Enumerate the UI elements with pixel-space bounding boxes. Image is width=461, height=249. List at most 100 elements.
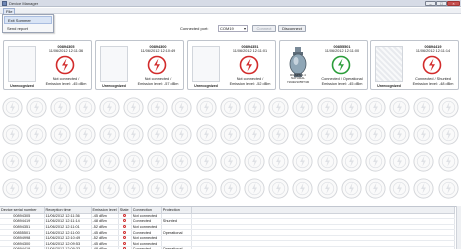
device-time: 11/06/2012 12:11:00 xyxy=(324,49,360,53)
empty-slot-icon xyxy=(341,97,362,118)
table-scrollbar[interactable] xyxy=(456,206,461,249)
empty-slot-icon xyxy=(292,97,313,118)
device-card[interactable]: Unrecognized 00894419 11/06/2012 12:11:1… xyxy=(370,40,459,90)
port-select[interactable]: COM19 ▾ xyxy=(218,25,248,32)
device-time: 11/06/2012 12:11:01 xyxy=(232,49,268,53)
empty-slot-icon xyxy=(147,178,168,199)
empty-slot-icon xyxy=(26,124,47,145)
empty-slot-icon xyxy=(268,97,289,118)
empty-slot-icon xyxy=(99,151,120,172)
empty-slot-icon xyxy=(123,151,144,172)
state-signal-icon xyxy=(123,230,127,234)
device-status: Not connected / Emission level: -45 dBm xyxy=(45,77,87,86)
state-signal-icon xyxy=(123,219,127,223)
empty-slot-icon xyxy=(50,151,71,172)
empty-slot-icon xyxy=(196,124,217,145)
empty-slot-icon xyxy=(2,124,23,145)
empty-slot-icon xyxy=(413,97,434,118)
empty-slot-icon xyxy=(50,124,71,145)
empty-slot-icon xyxy=(99,178,120,199)
empty-slot-icon xyxy=(413,151,434,172)
table-cell: Not connected xyxy=(131,240,162,248)
empty-slot-icon xyxy=(50,178,71,199)
device-card[interactable]: RILSPS 2.4 NATURAL 7194R/1055T/30 008555… xyxy=(279,40,368,90)
empty-slot-icon xyxy=(171,151,192,172)
empty-slot-icon xyxy=(196,97,217,118)
signal-status-icon xyxy=(55,55,75,75)
empty-slot-icon xyxy=(147,151,168,172)
device-status: Connected / Shunted Emission level: -48 d… xyxy=(412,77,454,86)
device-caption: Unrecognized xyxy=(102,84,126,88)
signal-ok-icon xyxy=(331,55,351,75)
device-time: 11/06/2012 12:11:36 xyxy=(48,49,84,53)
empty-slot-icon xyxy=(365,151,386,172)
empty-slot-icon xyxy=(317,97,338,118)
minimize-button[interactable]: – xyxy=(425,1,436,6)
device-card[interactable]: Unrecognized 00894305 11/06/2012 12:11:3… xyxy=(3,40,92,90)
empty-slot-icon xyxy=(171,97,192,118)
reception-table: Device serial number Reception time Emis… xyxy=(0,206,461,249)
empty-slot-icon xyxy=(389,124,410,145)
empty-slot-icon xyxy=(220,97,241,118)
device-status: Connected / Operational Emission level: -… xyxy=(321,77,363,86)
device-card[interactable]: Unrecognized 00894300 11/06/2012 12:10:4… xyxy=(95,40,184,90)
empty-slot-icon xyxy=(317,178,338,199)
table-cell: Not connected xyxy=(131,235,162,242)
state-signal-icon xyxy=(123,224,127,228)
empty-slot-icon xyxy=(244,151,265,172)
empty-slot-icon xyxy=(365,124,386,145)
empty-slot-icon xyxy=(244,97,265,118)
close-button[interactable]: × xyxy=(447,1,460,6)
empty-slot-icon xyxy=(438,97,459,118)
empty-slot-icon xyxy=(389,178,410,199)
empty-slot-icon xyxy=(341,151,362,172)
empty-slot-icon xyxy=(2,97,23,118)
empty-slot-icon xyxy=(26,151,47,172)
empty-slot-icon xyxy=(389,151,410,172)
empty-slot-icon xyxy=(171,124,192,145)
empty-slot-icon xyxy=(196,151,217,172)
device-status: Not connected / Emission level: -52 dBm xyxy=(229,77,271,86)
maximize-button[interactable]: □ xyxy=(436,1,447,6)
empty-slot-icon xyxy=(292,178,313,199)
signal-status-icon xyxy=(147,55,167,75)
connect-button[interactable]: Connect xyxy=(252,25,276,32)
empty-slot-icon xyxy=(220,124,241,145)
state-signal-icon xyxy=(123,236,127,240)
device-caption: Unrecognized xyxy=(194,84,218,88)
device-time: 11/06/2012 12:10:49 xyxy=(140,49,176,53)
window-title: Device Manager xyxy=(9,1,39,6)
empty-slot-icon xyxy=(317,151,338,172)
empty-slot-grid xyxy=(0,93,461,203)
title-bar: Device Manager – □ × xyxy=(0,0,461,7)
device-caption: Unrecognized xyxy=(10,84,34,88)
empty-slot-icon xyxy=(75,178,96,199)
connected-port-label: Connected port: xyxy=(180,26,209,31)
empty-slot-icon xyxy=(292,124,313,145)
signal-status-icon xyxy=(239,55,259,75)
empty-slot-icon xyxy=(2,151,23,172)
empty-slot-icon xyxy=(317,124,338,145)
file-menu-dropdown: Exit Sommer Send report xyxy=(2,14,54,33)
empty-slot-icon xyxy=(147,97,168,118)
empty-slot-icon xyxy=(123,124,144,145)
empty-slot-icon xyxy=(75,97,96,118)
device-status: Not connected / Emission level: -57 dBm xyxy=(137,77,179,86)
empty-slot-icon xyxy=(413,124,434,145)
empty-slot-icon xyxy=(123,97,144,118)
device-image-placeholder xyxy=(8,46,36,82)
device-cards: Unrecognized 00894305 11/06/2012 12:11:3… xyxy=(0,38,461,93)
empty-slot-icon xyxy=(341,124,362,145)
disconnect-button[interactable]: Disconnect xyxy=(278,25,306,32)
chevron-down-icon: ▾ xyxy=(243,26,246,31)
state-signal-icon xyxy=(123,213,127,217)
device-card[interactable]: Unrecognized 00894351 11/06/2012 12:11:0… xyxy=(187,40,276,90)
menu-item-exit[interactable]: Exit Sommer xyxy=(4,16,52,24)
empty-slot-icon xyxy=(341,178,362,199)
empty-slot-icon xyxy=(99,97,120,118)
menu-item-send-report[interactable]: Send report xyxy=(4,25,52,33)
empty-slot-icon xyxy=(171,178,192,199)
port-select-value: COM19 xyxy=(220,26,234,31)
empty-slot-icon xyxy=(292,151,313,172)
empty-slot-icon xyxy=(244,178,265,199)
